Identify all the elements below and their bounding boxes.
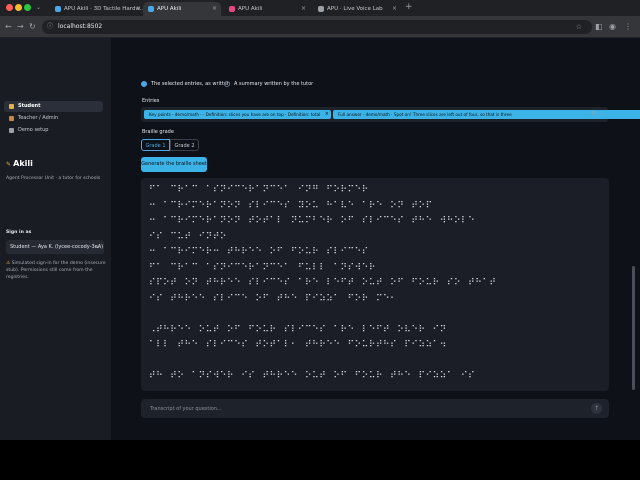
sign-in-notice: ⚠ Simulated sign-in for the demo (insecu… xyxy=(6,261,106,280)
entries-multiselect[interactable]: Key points · demo/math · · Definition: s… xyxy=(141,107,640,122)
close-window-dot[interactable] xyxy=(6,4,13,11)
address-bar[interactable]: ⓘ localhost:8502 ☆ xyxy=(42,20,592,34)
sidebar: Student Teacher / Admin Demo setup ✎ Akili… xyxy=(0,38,111,440)
tab-favicon-icon xyxy=(229,6,235,12)
profile-icon[interactable]: ◉ xyxy=(609,22,616,32)
user-select[interactable]: Student — Aya K. (lycee-cocody-3eA) ⌄ xyxy=(6,240,104,254)
braille-line: ⠊⠎⠀⠞⠓⠗⠑⠑⠀⠎⠇⠊⠉⠑⠀⠕⠋⠀⠞⠓⠑⠀⠏⠊⠵⠵⠁⠀⠋⠕⠗⠀⠍⠑⠂ xyxy=(149,293,398,304)
address-text: localhost:8502 xyxy=(58,23,103,30)
site-info-icon[interactable]: ⓘ xyxy=(47,20,53,34)
teacher-icon xyxy=(9,116,14,121)
generate-braille-button[interactable]: Generate the braille sheet xyxy=(141,157,207,172)
tab-label: APU Akili xyxy=(238,6,263,12)
browser-tab[interactable]: APU Akili × xyxy=(224,2,310,16)
entry-chip-label: Key points · demo/math · · Definition: s… xyxy=(149,112,321,117)
sidebar-item-student[interactable]: Student xyxy=(4,101,103,112)
send-icon[interactable]: ↑ xyxy=(591,403,602,414)
braille-line: ⠋⠁⠀⠉⠗⠁⠉⠀⠁⠎⠝⠊⠉⠑⠗⠁⠝⠉⠑⠁⠀⠊⠝⠛⠀⠋⠕⠗⠍⠑⠗⠀ xyxy=(149,185,376,195)
browser-toolbar: ← → ↻ ⓘ localhost:8502 ☆ ◧ ◉ ⋮ xyxy=(0,16,640,38)
chip-remove-icon[interactable]: × xyxy=(325,110,329,119)
bookmark-star-icon[interactable]: ☆ xyxy=(576,20,582,34)
entry-chip-label: Full answer · demo/math · Spot on! Three… xyxy=(338,112,512,117)
maximize-window-dot[interactable] xyxy=(24,4,31,11)
browser-tab[interactable]: APU · Live Voice Lab × xyxy=(313,2,401,16)
brand-title: ✎ Akili xyxy=(6,159,33,168)
braille-line: ⠋⠁⠀⠉⠗⠁⠉⠀⠁⠎⠝⠊⠉⠑⠗⠁⠝⠉⠑⠁⠀⠋⠥⠇⠇⠀⠁⠝⠎⠺⠑⠗ xyxy=(149,262,376,273)
student-icon xyxy=(9,104,14,109)
tab-close-icon[interactable]: × xyxy=(392,2,397,16)
braille-line: ⠒⠀⠁⠉⠗⠊⠍⠑⠗⠒⠀⠞⠓⠗⠑⠑⠀⠕⠋⠀⠋⠕⠥⠗⠀⠎⠇⠊⠉⠑⠎ xyxy=(149,247,369,257)
tab-favicon-icon xyxy=(318,6,324,12)
braille-line: ⠞⠓⠀⠞⠕⠀⠁⠝⠎⠺⠑⠗⠀⠊⠎⠀⠞⠓⠗⠑⠑⠀⠕⠥⠞⠀⠕⠋⠀⠋⠕⠥⠗⠀⠞⠓⠑⠀⠏⠊… xyxy=(149,371,476,381)
browser-menu-icon[interactable]: ⋮ xyxy=(624,22,632,32)
back-arrow-icon[interactable]: ← xyxy=(5,22,12,32)
sidebar-item-label: Demo setup xyxy=(18,127,49,133)
question-input[interactable] xyxy=(141,399,581,418)
extensions-icon[interactable]: ◧ xyxy=(595,22,603,32)
tab-favicon-icon xyxy=(55,6,61,12)
braille-output: ⠋⠁⠀⠉⠗⠁⠉⠀⠁⠎⠝⠊⠉⠑⠗⠁⠝⠉⠑⠁⠀⠊⠝⠛⠀⠋⠕⠗⠍⠑⠗⠀ ⠒⠀⠁⠉⠗⠊⠍⠑… xyxy=(141,178,609,391)
minimize-window-dot[interactable] xyxy=(15,4,22,11)
reload-icon[interactable]: ↻ xyxy=(29,22,36,32)
tab-close-icon[interactable]: × xyxy=(212,2,217,16)
braille-line: ⠒⠀⠁⠉⠗⠊⠍⠑⠗⠁⠝⠕⠝⠀⠞⠕⠞⠁⠇⠀⠝⠥⠍⠃⠑⠗⠀⠕⠋⠀⠎⠇⠊⠉⠑⠎⠀⠞⠓⠑… xyxy=(149,216,476,226)
braille-line: ⠎⠏⠕⠞⠀⠕⠝⠀⠞⠓⠗⠑⠑⠀⠎⠇⠊⠉⠑⠎⠀⠁⠗⠑⠀⠇⠑⠋⠞⠀⠕⠥⠞⠀⠕⠋⠀⠋⠕⠥… xyxy=(149,278,497,288)
tab-favicon-icon xyxy=(148,6,154,12)
new-tab-button[interactable]: + xyxy=(405,2,413,12)
chat-input-bar: ↑ xyxy=(141,399,609,418)
chevron-down-icon[interactable]: ⌄ xyxy=(600,110,605,117)
browser-tab-bar: ⌄ APU Akili · 3D Tactile Hardw... × APU Ak… xyxy=(0,0,640,16)
tab-label: APU · Live Voice Lab xyxy=(327,6,383,12)
sidebar-item-label: Teacher / Admin xyxy=(18,115,59,121)
brand-tagline: Agent Processor Unit · a tutor for schoo… xyxy=(6,176,101,181)
app-viewport: Student Teacher / Admin Demo setup ✎ Akili… xyxy=(0,38,640,440)
sign-in-label: Sign in as xyxy=(6,230,32,235)
braille-line: ⠊⠎⠀⠉⠥⠞⠀⠊⠝⠞⠕ xyxy=(149,231,228,242)
forward-arrow-icon[interactable]: → xyxy=(17,22,24,32)
entry-chip[interactable]: Key points · demo/math · · Definition: s… xyxy=(144,110,331,119)
grade-1-option[interactable]: Grade 1 xyxy=(141,139,170,151)
braille-line: ⠠⠞⠓⠗⠑⠑⠀⠕⠥⠞⠀⠕⠋⠀⠋⠕⠥⠗⠀⠎⠇⠊⠉⠑⠎⠀⠁⠗⠑⠀⠇⠑⠋⠞⠀⠕⠧⠑⠗⠀… xyxy=(149,324,447,335)
tab-label: APU Akili · 3D Tactile Hardw... xyxy=(64,6,145,12)
tab-close-icon[interactable]: × xyxy=(136,2,141,16)
grade-2-option[interactable]: Grade 2 xyxy=(170,139,199,151)
tab-close-icon[interactable]: × xyxy=(301,2,306,16)
browser-tab[interactable]: APU Akili · 3D Tactile Hardw... × xyxy=(50,2,145,16)
braille-grade-label: Braille grade xyxy=(142,129,174,135)
page-scrollbar[interactable] xyxy=(632,266,635,390)
tab-label: APU Akili xyxy=(157,6,182,12)
braille-line: ⠁⠇⠇⠀⠞⠓⠑⠀⠎⠇⠊⠉⠑⠎⠀⠞⠕⠞⠁⠇⠂⠀⠞⠓⠗⠑⠑⠀⠋⠕⠥⠗⠞⠓⠎⠀⠏⠊⠵⠵… xyxy=(149,340,447,350)
chevron-down-icon: ⌄ xyxy=(95,244,100,250)
braille-line: ⠒⠀⠁⠉⠗⠊⠍⠑⠗⠁⠝⠕⠝⠀⠎⠇⠊⠉⠑⠎⠀⠽⠕⠥⠀⠓⠁⠧⠑⠀⠁⠗⠑⠀⠕⠝⠀⠞⠕⠏ xyxy=(149,200,433,211)
sidebar-item-demo-setup[interactable]: Demo setup xyxy=(4,125,103,136)
gear-icon xyxy=(9,128,14,133)
radio-summary[interactable] xyxy=(224,81,230,87)
sidebar-item-label: Student xyxy=(18,103,41,109)
radio-as-written[interactable] xyxy=(141,81,147,87)
entries-label: Entries xyxy=(142,98,160,104)
clear-all-icon[interactable]: ⊗ xyxy=(591,110,596,117)
radio-as-written-label: The selected entries, as written xyxy=(151,81,231,87)
radio-summary-label: A summary written by the tutor xyxy=(234,81,314,87)
tab-search-icon[interactable]: ⌄ xyxy=(36,3,41,13)
sidebar-item-teacher-admin[interactable]: Teacher / Admin xyxy=(4,113,103,124)
browser-tab[interactable]: APU Akili × xyxy=(143,2,221,16)
